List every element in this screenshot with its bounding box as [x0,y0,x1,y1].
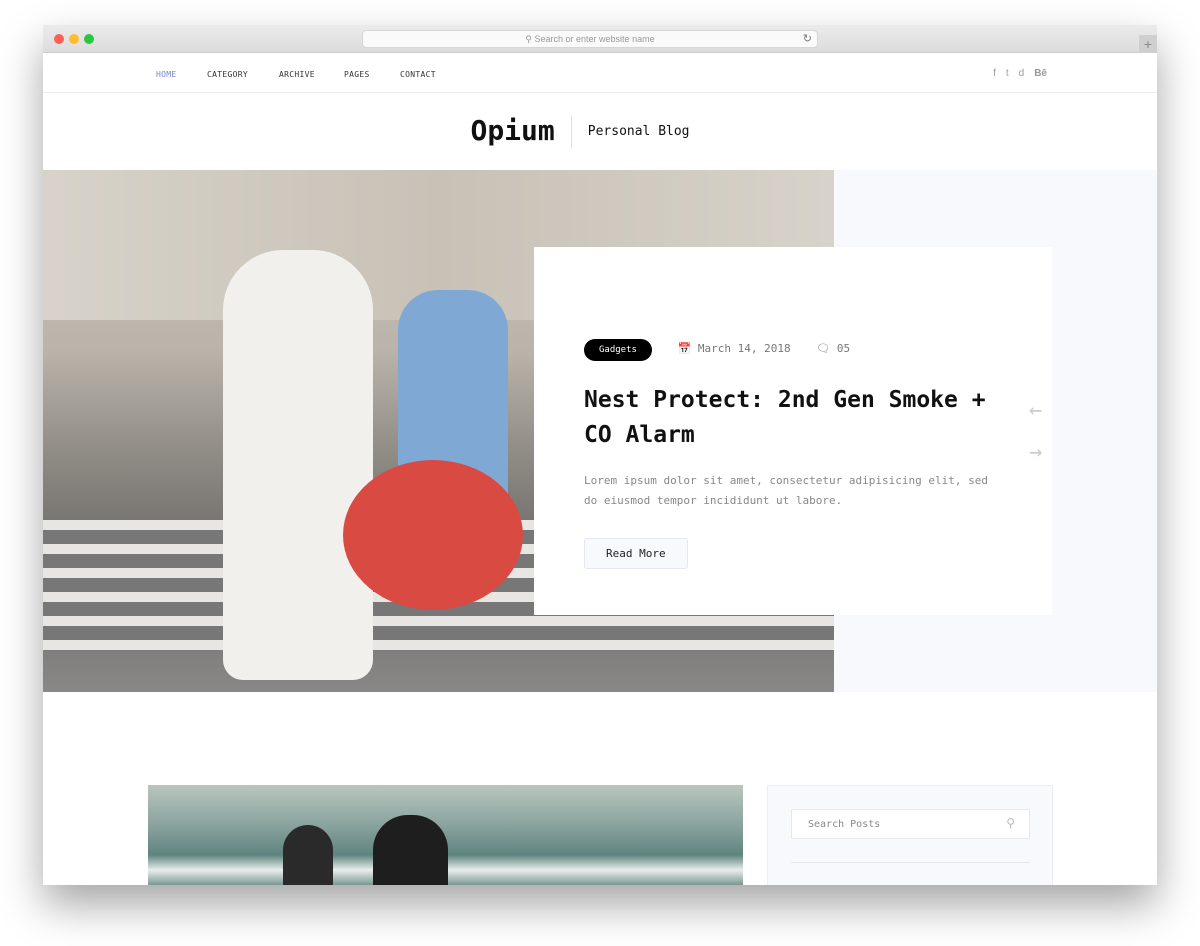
category-badge[interactable]: Gadgets [584,339,652,361]
nav-pages[interactable]: PAGES [344,70,370,79]
nav-category[interactable]: CATEGORY [207,70,248,79]
search-posts-input[interactable]: Search Posts ⚲ [791,809,1030,839]
address-bar[interactable]: ⚲ Search or enter website name ↻ [362,30,818,48]
reload-icon[interactable]: ↻ [803,31,812,48]
comments-icon: 🗨 [816,342,831,355]
minimize-window-button[interactable] [69,34,79,44]
site-tagline: Personal Blog [587,124,690,139]
post-title[interactable]: Nest Protect: 2nd Gen Smoke + CO Alarm [584,383,1002,453]
browser-toolbar: ⚲ Search or enter website name ↻ + [43,25,1157,53]
nav-home[interactable]: HOME [156,70,176,79]
dribbble-icon[interactable]: d [1019,68,1025,79]
nav-archive[interactable]: ARCHIVE [279,70,315,79]
post-date: 📅 March 14, 2018 [677,342,791,355]
search-placeholder: Search Posts [808,819,881,830]
zoom-window-button[interactable] [84,34,94,44]
site-header: Opium Personal Blog [43,93,1157,170]
search-icon[interactable]: ⚲ [1006,816,1015,830]
new-tab-button[interactable]: + [1139,35,1157,53]
nav-contact[interactable]: CONTACT [400,70,436,79]
address-placeholder: Search or enter website name [534,34,655,44]
divider [791,862,1030,863]
site-logo[interactable]: Opium [470,115,572,148]
read-more-button[interactable]: Read More [584,538,688,569]
calendar-icon: 📅 [677,342,692,355]
comment-count[interactable]: 🗨 05 [816,342,850,355]
post-thumbnail[interactable] [148,785,743,885]
search-icon: ⚲ [525,34,532,44]
twitter-icon[interactable]: t [1006,68,1009,79]
close-window-button[interactable] [54,34,64,44]
main-nav: HOME CATEGORY ARCHIVE PAGES CONTACT f t … [43,53,1157,93]
post-excerpt: Lorem ipsum dolor sit amet, consectetur … [584,474,988,507]
arrow-left-icon[interactable]: ← [1029,390,1042,432]
behance-icon[interactable]: Bē [1034,68,1047,79]
sidebar: Search Posts ⚲ [767,785,1053,885]
arrow-right-icon[interactable]: → [1029,432,1042,474]
featured-slider: Gadgets 📅 March 14, 2018 🗨 05 Nest Prote… [43,170,1157,692]
featured-post-card: Gadgets 📅 March 14, 2018 🗨 05 Nest Prote… [534,247,1052,615]
facebook-icon[interactable]: f [993,68,996,79]
browser-window: ⚲ Search or enter website name ↻ + HOME … [43,25,1157,885]
slider-arrows: ← → [1029,390,1042,474]
social-links: f t d Bē [993,68,1047,79]
